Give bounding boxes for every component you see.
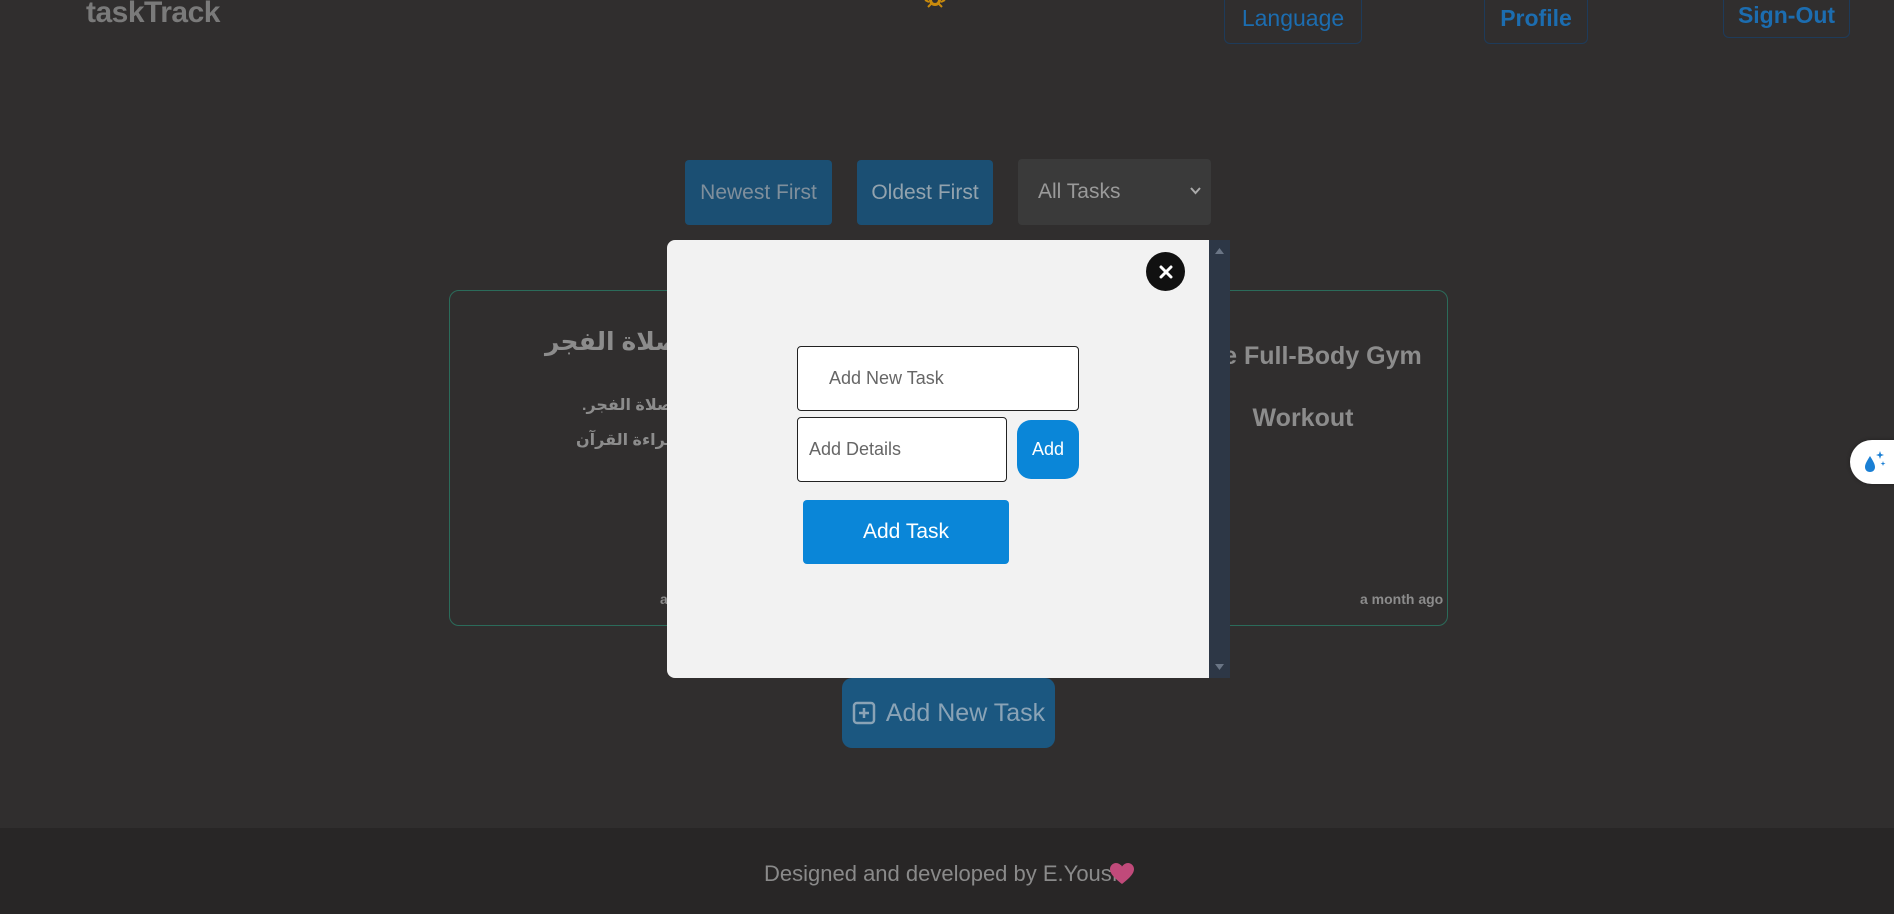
- heart-icon: [1110, 863, 1134, 884]
- modal-scrollbar[interactable]: [1209, 240, 1230, 678]
- newest-first-button[interactable]: Newest First: [685, 160, 832, 225]
- page: taskTrack Language Profile Sign-Out Newe…: [0, 0, 1894, 914]
- drop-sparkle-icon: [1865, 451, 1886, 472]
- task-filter-select[interactable]: All Tasks: [1018, 159, 1211, 225]
- task-card-title: صلاة الفجر: [545, 328, 680, 356]
- scroll-up-icon[interactable]: [1215, 248, 1224, 254]
- scroll-down-icon[interactable]: [1215, 664, 1224, 670]
- brand-logo[interactable]: taskTrack: [86, 0, 220, 30]
- add-task-button[interactable]: Add Task: [803, 500, 1009, 564]
- sign-out-button[interactable]: Sign-Out: [1723, 0, 1850, 38]
- side-widget-button[interactable]: [1850, 440, 1894, 484]
- add-new-task-button[interactable]: Add New Task: [842, 678, 1055, 748]
- language-button[interactable]: Language: [1224, 0, 1362, 44]
- task-details-input[interactable]: [797, 417, 1007, 482]
- close-icon: [1159, 265, 1172, 278]
- add-detail-button[interactable]: Add: [1017, 420, 1079, 479]
- plus-square-icon: [852, 701, 876, 725]
- profile-button[interactable]: Profile: [1484, 0, 1588, 44]
- new-task-input[interactable]: [797, 346, 1079, 411]
- task-timestamp: a month ago: [1360, 591, 1444, 607]
- filter-selected-value: All Tasks: [1038, 180, 1121, 203]
- oldest-first-button[interactable]: Oldest First: [857, 160, 993, 225]
- add-new-task-label: Add New Task: [885, 698, 1046, 727]
- footer-credit: Designed and developed by E.Yousfi: [764, 861, 1123, 886]
- chevron-down-icon: [1190, 187, 1201, 195]
- close-modal-button[interactable]: [1146, 252, 1185, 291]
- sun-icon[interactable]: [922, 0, 948, 14]
